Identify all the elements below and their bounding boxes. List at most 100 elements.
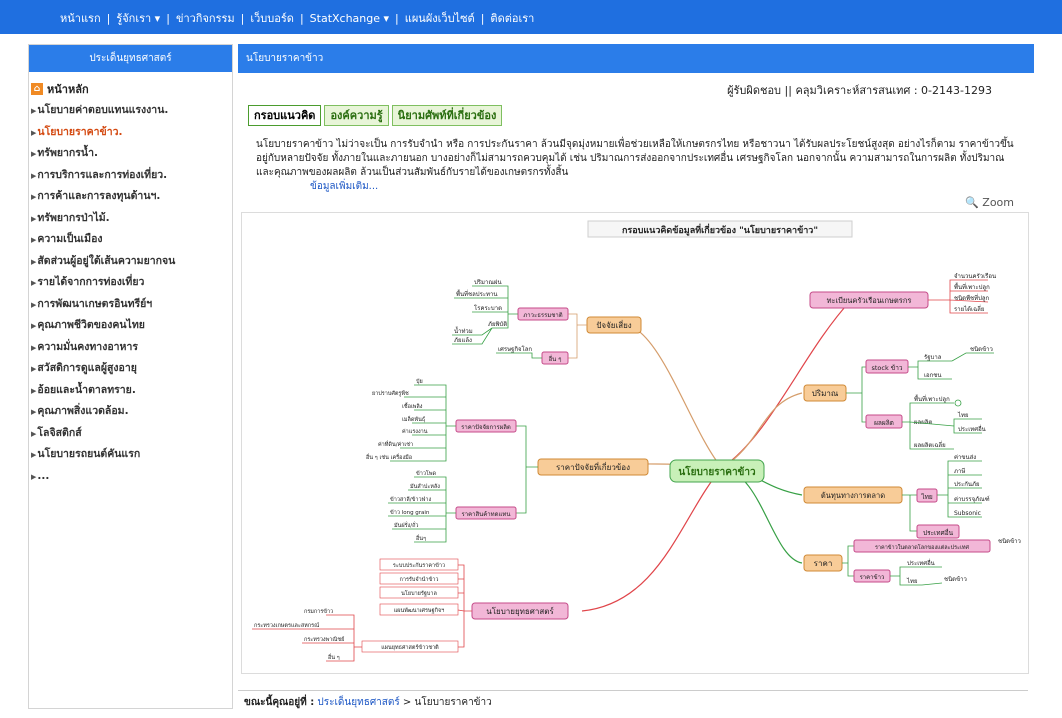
yield-sub: ประเทศอื่น xyxy=(958,425,986,433)
sidebar-item[interactable]: ▶... xyxy=(29,466,232,488)
thai-child: ประกันภัย xyxy=(954,481,979,488)
tab-framework[interactable]: กรอบแนวคิด xyxy=(248,105,322,126)
strategy-child: การรับจำนำข้าว xyxy=(400,576,439,583)
top-nav-divider: | xyxy=(106,12,111,25)
tab-definitions[interactable]: นิยามศัพท์ที่เกี่ยวข้อง xyxy=(391,105,503,126)
tab-bar: กรอบแนวคิด องค์ความรู้ นิยามศัพท์ที่เกี่… xyxy=(248,105,503,126)
tab-knowledge[interactable]: องค์ความรู้ xyxy=(324,105,389,126)
thai-child: ค่าขนส่ง xyxy=(954,454,976,461)
sidebar-item[interactable]: ▶ความเป็นเมือง xyxy=(29,229,232,251)
goods-child: ข้าวโพด xyxy=(416,469,437,477)
chevron-right-icon: ▶ xyxy=(31,236,37,244)
sidebar-item[interactable]: ▶สัดส่วนผู้อยู่ใต้เส้นความยากจน xyxy=(29,251,232,273)
sidebar-item[interactable]: ▶ความมั่นคงทางอาหาร xyxy=(29,337,232,359)
sidebar-item[interactable]: ▶โลจิสติกส์ xyxy=(29,423,232,445)
registration-child: พื้นที่เพาะปลูก xyxy=(954,281,990,291)
sidebar-item-label: คุณภาพสิ่งแวดล้อม. xyxy=(37,405,129,417)
inputs-child: ยาปราบศัตรูพืช xyxy=(372,390,409,397)
description-text: นโยบายราคาข้าว ไม่ว่าจะเป็น การรับจำนำ ห… xyxy=(256,139,1014,178)
main-content: นโยบายราคาข้าว ผู้รับผิดชอบ || คลุมวิเคร… xyxy=(238,44,1034,674)
sidebar-item[interactable]: ▶รายได้จากการท่องเที่ยว xyxy=(29,272,232,294)
zoom-label: Zoom xyxy=(982,196,1014,209)
top-nav-link[interactable]: รู้จักเรา ▾ xyxy=(116,12,160,25)
node-thai-text: ไทย xyxy=(920,493,933,501)
stock-child: รัฐบาล xyxy=(924,354,942,361)
sidebar-item[interactable]: ▶การบริการและการท่องเที่ยว. xyxy=(29,165,232,187)
sidebar-item-home[interactable]: ⌂ หน้าหลัก xyxy=(29,78,232,100)
sidebar-item-label: การบริการและการท่องเที่ยว. xyxy=(37,168,168,181)
stock-sub: ชนิดข้าว xyxy=(970,346,993,353)
price-rice-sub: ชนิดข้าว xyxy=(944,576,967,583)
zoom-button[interactable]: 🔍 Zoom xyxy=(965,196,1014,209)
stock-child: เอกชน xyxy=(924,372,941,379)
more-info-link[interactable]: ข้อมูลเพิ่มเติม... xyxy=(310,181,378,192)
top-nav-link[interactable]: หน้าแรก xyxy=(60,12,101,25)
sidebar-item-label: ทรัพยากรป่าไม้. xyxy=(37,211,110,224)
top-nav-link[interactable]: StatXchange ▾ xyxy=(310,12,389,25)
strategy-left: กระทรวงพาณิชย์ xyxy=(304,636,344,643)
plus-icon[interactable] xyxy=(954,399,962,407)
sidebar-item-label: อ้อยและน้ำตาลทราย. xyxy=(37,383,136,396)
sidebar-item[interactable]: ▶คุณภาพสิ่งแวดล้อม. xyxy=(29,401,232,423)
sidebar-item[interactable]: ▶การพัฒนาเกษตรอินทรีย์ฯ xyxy=(29,294,232,316)
sidebar-item[interactable]: ▶ทรัพยากรป่าไม้. xyxy=(29,208,232,230)
sidebar-item[interactable]: ▶นโยบายค่าตอบแทนแรงงาน. xyxy=(29,100,232,122)
sidebar-item[interactable]: ▶ทรัพยากรน้ำ. xyxy=(29,143,232,165)
top-nav-link[interactable]: ติดต่อเรา xyxy=(490,12,534,25)
top-nav-link[interactable]: ข่าวกิจกรรม xyxy=(176,12,235,25)
top-nav-divider: | xyxy=(299,12,304,25)
top-nav-divider: | xyxy=(480,12,485,25)
chevron-right-icon: ▶ xyxy=(31,279,37,287)
sidebar: ประเด็นยุทธศาสตร์ ⌂ หน้าหลัก ▶นโยบายค่าต… xyxy=(28,44,233,709)
chevron-right-icon: ▶ xyxy=(31,472,37,481)
inputs-child: ปุ๋ย xyxy=(416,378,423,385)
goods-child: มันสำปะหลัง xyxy=(410,483,440,490)
chevron-right-icon: ▶ xyxy=(31,150,37,158)
node-inputs-text: ราคาปัจจัยการผลิต xyxy=(461,424,511,431)
sidebar-item[interactable]: ▶อ้อยและน้ำตาลทราย. xyxy=(29,380,232,402)
breadcrumb-prefix: ขณะนี้คุณอยู่ที่ : xyxy=(244,697,315,708)
strategy-child: ระบบประกันราคาข้าว xyxy=(393,562,445,569)
sidebar-item[interactable]: ▶คุณภาพชีวิตของคนไทย xyxy=(29,315,232,337)
sidebar-item-label: หน้าหลัก xyxy=(47,83,89,96)
breadcrumb-link[interactable]: ประเด็นยุทธศาสตร์ xyxy=(317,697,399,708)
sidebar-item-label: ความเป็นเมือง xyxy=(37,233,103,245)
chevron-right-icon: ▶ xyxy=(31,451,37,459)
climate-child: พื้นที่ชลประทาน xyxy=(456,288,497,298)
goods-child: ข้าว long grain xyxy=(390,509,430,516)
node-quantity-text: ปริมาณ xyxy=(812,389,839,398)
price-rice-child: ประเทศอื่น xyxy=(907,559,935,567)
other-child: เศรษฐกิจโลก xyxy=(498,345,532,353)
yield-child: พื้นที่เพาะปลูก xyxy=(914,393,950,403)
chevron-right-icon: ▶ xyxy=(31,214,37,223)
yield-child: ผลผลิตเฉลี่ย xyxy=(914,441,946,449)
sidebar-item-label: การค้าและการลงทุนด้านฯ. xyxy=(37,190,161,202)
breadcrumb-current: นโยบายราคาข้าว xyxy=(414,697,492,708)
top-nav-link[interactable]: เว็บบอร์ด xyxy=(250,12,294,25)
strategy-child: แผนยุทธศาสตร์ข้าวชาติ xyxy=(381,644,439,651)
breadcrumb: ขณะนี้คุณอยู่ที่ : ประเด็นยุทธศาสตร์ > น… xyxy=(238,690,1028,714)
chevron-right-icon: ▶ xyxy=(31,128,37,137)
top-nav-link[interactable]: แผนผังเว็บไซต์ xyxy=(405,12,475,25)
node-yield-text: ผลผลิต xyxy=(874,419,894,427)
sidebar-item[interactable]: ▶นโยบายรถยนต์คันแรก xyxy=(29,444,232,466)
sidebar-item[interactable]: ▶การค้าและการลงทุนด้านฯ. xyxy=(29,186,232,208)
inputs-child: เชื้อเพลิง xyxy=(402,402,423,410)
price-rice-child: ไทย xyxy=(906,577,918,585)
node-price-rice-text: ราคาข้าว xyxy=(860,574,885,581)
node-climate-text: ภาวะธรรมชาติ xyxy=(523,312,562,319)
sidebar-item-label: สวัสดิการดูแลผู้สูงอายุ xyxy=(37,362,137,374)
inputs-child: ค่าที่ดิน/ค่าเช่า xyxy=(378,440,413,448)
sidebar-item-label: นโยบายรถยนต์คันแรก xyxy=(37,448,141,460)
chevron-right-icon: ▶ xyxy=(31,107,37,115)
sidebar-item[interactable]: ▶สวัสดิการดูแลผู้สูงอายุ xyxy=(29,358,232,380)
chevron-right-icon: ▶ xyxy=(31,322,37,330)
climate-child: น้ำท่วม xyxy=(454,325,473,335)
chevron-right-icon: ▶ xyxy=(31,429,37,438)
chevron-right-icon: ▶ xyxy=(31,365,37,373)
thai-child: ภาษี xyxy=(954,467,965,475)
top-nav-items: หน้าแรก | รู้จักเรา ▾ | ข่าวกิจกรรม | เว็บบอร์… xyxy=(60,9,540,27)
search-icon: 🔍 xyxy=(965,196,979,209)
home-icon: ⌂ xyxy=(31,83,43,95)
sidebar-item[interactable]: ▶นโยบายราคาข้าว. xyxy=(29,122,232,144)
